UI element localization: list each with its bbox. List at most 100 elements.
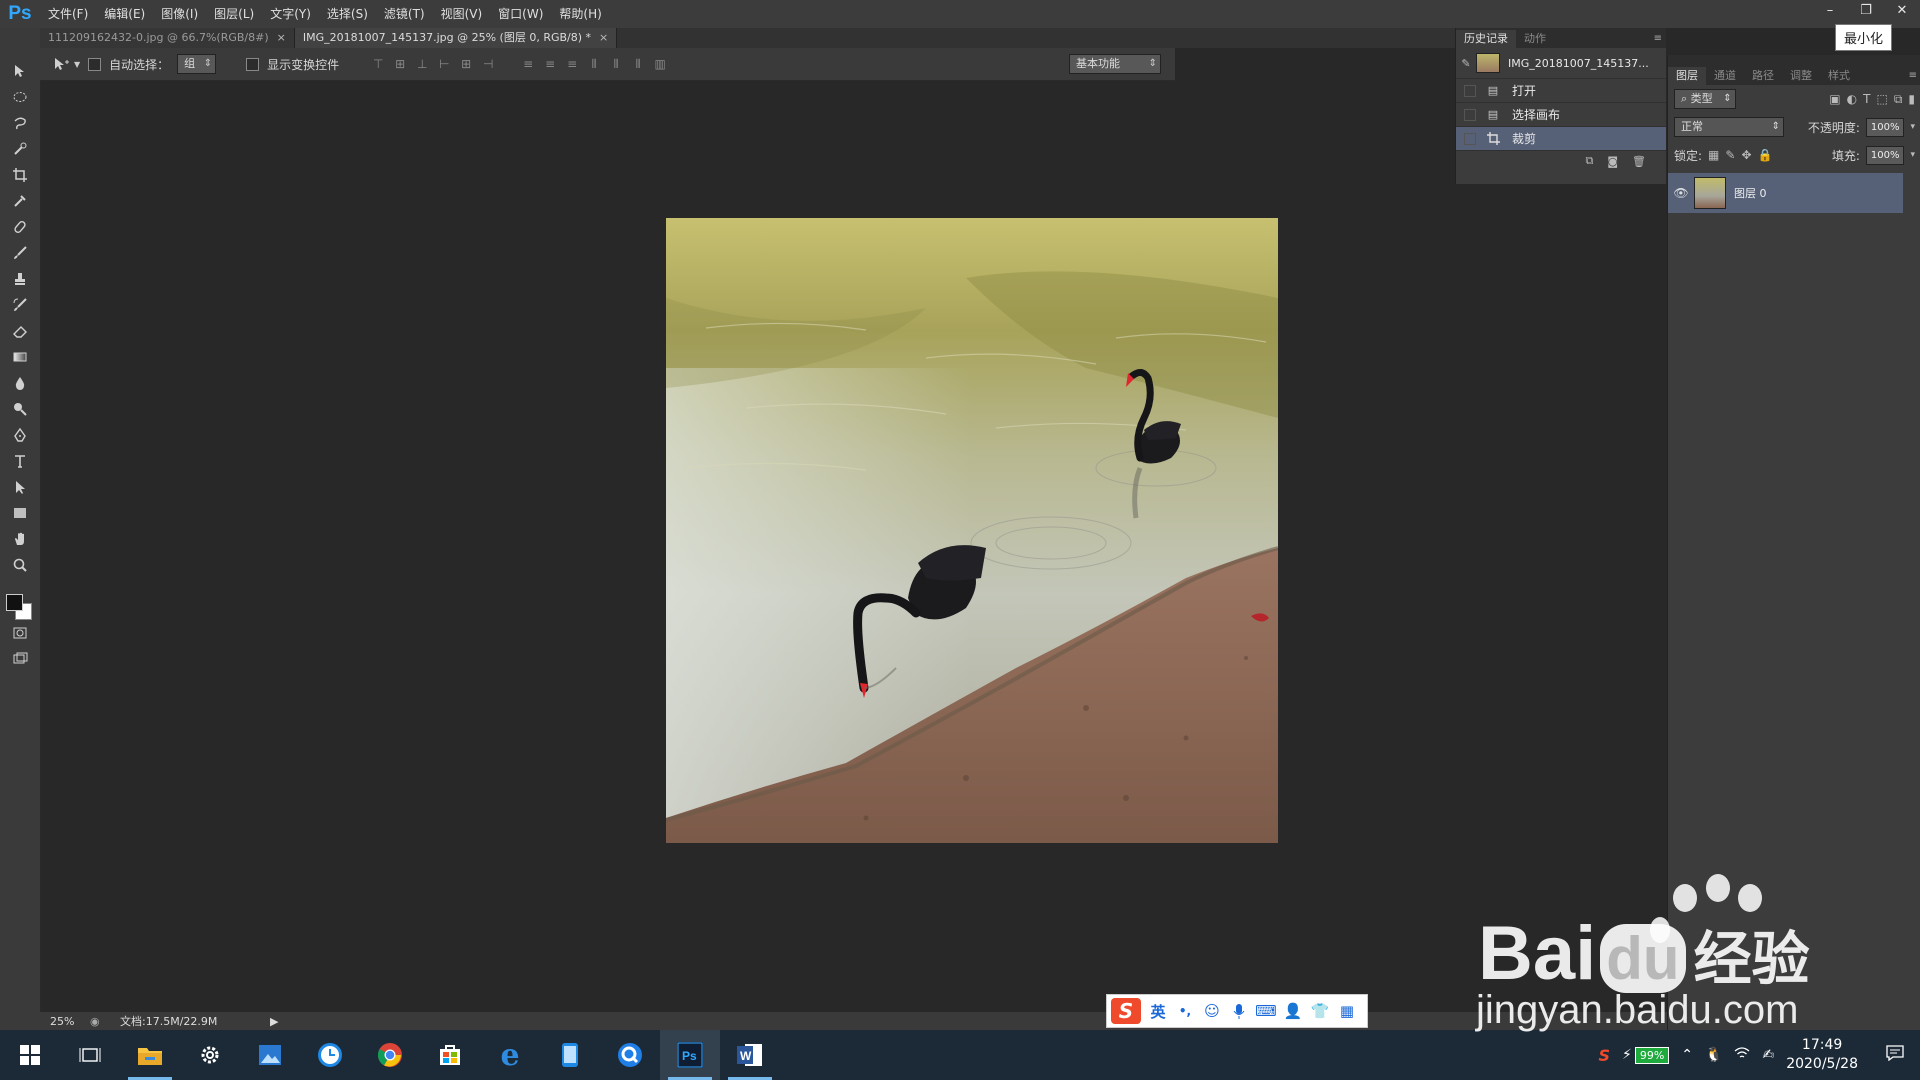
fill-field[interactable]: 100%	[1865, 145, 1905, 165]
quick-select-tool-icon[interactable]	[0, 136, 40, 162]
toolbox-icon[interactable]: ▦	[1337, 1001, 1357, 1021]
pen-tool-icon[interactable]	[0, 422, 40, 448]
emoji-icon[interactable]: ☺	[1202, 1001, 1222, 1021]
quick-mask-icon[interactable]	[0, 620, 40, 646]
battery-indicator[interactable]: ⚡ 99%	[1622, 1046, 1670, 1064]
menu-type[interactable]: 文字(Y)	[262, 0, 319, 28]
file-explorer-icon[interactable]	[120, 1030, 180, 1080]
start-button[interactable]	[0, 1030, 60, 1080]
menu-select[interactable]: 选择(S)	[319, 0, 376, 28]
wifi-icon[interactable]	[1734, 1046, 1750, 1064]
type-filter-icon[interactable]: T	[1863, 92, 1870, 106]
sogou-tray-icon[interactable]: S	[1598, 1046, 1610, 1065]
history-item-checkbox[interactable]	[1464, 108, 1476, 121]
menu-edit[interactable]: 编辑(E)	[96, 0, 153, 28]
camera-icon[interactable]: ◙	[1607, 155, 1618, 168]
pen-icon[interactable]: ✍	[1762, 1047, 1774, 1063]
history-item-selected[interactable]: 裁剪	[1456, 127, 1666, 151]
minimize-button[interactable]: –	[1812, 0, 1848, 20]
distribute-right-icon[interactable]: ⦀	[631, 57, 645, 71]
workspace-dropdown[interactable]: 基本功能	[1069, 54, 1161, 74]
sogou-logo-icon[interactable]: S	[1111, 998, 1141, 1024]
status-arrow-icon[interactable]: ▶	[270, 1015, 278, 1028]
align-vcenter-icon[interactable]: ⊞	[393, 57, 407, 71]
restore-button[interactable]: ❐	[1848, 0, 1884, 20]
ime-language[interactable]: 英	[1148, 1001, 1168, 1021]
shape-filter-icon[interactable]: ⬚	[1876, 92, 1887, 106]
new-document-from-state-icon[interactable]: ⧉	[1585, 154, 1593, 168]
tool-preset-icon[interactable]: ▼	[52, 56, 80, 72]
opacity-field[interactable]: 100%	[1865, 117, 1905, 137]
healing-brush-tool-icon[interactable]	[0, 214, 40, 240]
panel-menu-icon[interactable]: ≡	[1654, 30, 1666, 48]
menu-file[interactable]: 文件(F)	[40, 0, 96, 28]
menu-layer[interactable]: 图层(L)	[206, 0, 262, 28]
align-hcenter-icon[interactable]: ⊞	[459, 57, 473, 71]
screen-mode-icon[interactable]	[0, 646, 40, 672]
tab-styles[interactable]: 样式	[1820, 67, 1858, 85]
store-icon[interactable]	[420, 1030, 480, 1080]
chevron-up-icon[interactable]: ⌃	[1681, 1047, 1693, 1063]
lock-all-icon[interactable]: 🔒	[1758, 148, 1773, 162]
menu-help[interactable]: 帮助(H)	[551, 0, 609, 28]
eye-icon[interactable]: 👁	[1668, 186, 1694, 200]
auto-select-dropdown[interactable]: 组	[177, 54, 217, 74]
align-right-icon[interactable]: ⊣	[481, 57, 495, 71]
keyboard-icon[interactable]: ⌨	[1255, 1001, 1277, 1021]
filter-toggle-icon[interactable]: ▮	[1908, 92, 1915, 106]
align-left-icon[interactable]: ⊢	[437, 57, 451, 71]
gradient-tool-icon[interactable]	[0, 344, 40, 370]
clock-app-icon[interactable]	[300, 1030, 360, 1080]
distribute-top-icon[interactable]: ≡	[521, 57, 535, 71]
phone-app-icon[interactable]	[540, 1030, 600, 1080]
lock-position-icon[interactable]: ✥	[1741, 148, 1751, 162]
fill-dropdown-icon[interactable]: ▾	[1910, 150, 1915, 160]
tab-actions[interactable]: 动作	[1516, 30, 1554, 48]
microphone-icon[interactable]	[1229, 1001, 1249, 1021]
align-top-icon[interactable]: ⊤	[371, 57, 385, 71]
smart-object-filter-icon[interactable]: ⧉	[1894, 92, 1903, 107]
menu-image[interactable]: 图像(I)	[153, 0, 206, 28]
photos-icon[interactable]	[240, 1030, 300, 1080]
distribute-hcenter-icon[interactable]: ⦀	[609, 57, 623, 71]
lasso-tool-icon[interactable]	[0, 110, 40, 136]
menu-view[interactable]: 视图(V)	[433, 0, 491, 28]
eraser-tool-icon[interactable]	[0, 318, 40, 344]
distribute-vcenter-icon[interactable]: ≡	[543, 57, 557, 71]
dodge-tool-icon[interactable]	[0, 396, 40, 422]
tab-adjustments[interactable]: 调整	[1782, 67, 1820, 85]
history-brush-source-icon[interactable]: ✎	[1456, 57, 1476, 70]
auto-select-checkbox[interactable]	[88, 57, 102, 71]
history-item[interactable]: ▤ 打开	[1456, 79, 1666, 103]
color-swatches[interactable]	[0, 586, 40, 620]
path-selection-tool-icon[interactable]	[0, 474, 40, 500]
crop-tool-icon[interactable]	[0, 162, 40, 188]
clone-stamp-tool-icon[interactable]	[0, 266, 40, 292]
lock-transparency-icon[interactable]: ▦	[1708, 148, 1719, 162]
browser-q-icon[interactable]	[600, 1030, 660, 1080]
user-icon[interactable]: 👤	[1283, 1001, 1303, 1021]
internet-explorer-icon[interactable]: e	[480, 1030, 540, 1080]
eyedropper-tool-icon[interactable]	[0, 188, 40, 214]
tab-history[interactable]: 历史记录	[1456, 30, 1516, 48]
tab-paths[interactable]: 路径	[1744, 67, 1782, 85]
panel-menu-icon[interactable]: ≡	[1909, 67, 1920, 85]
ime-punctuation[interactable]: •,	[1175, 1001, 1195, 1021]
zoom-level[interactable]: 25%	[40, 1015, 90, 1028]
layer-row[interactable]: 👁 图层 0	[1668, 173, 1903, 213]
auto-align-icon[interactable]: ▥	[653, 57, 667, 71]
photoshop-taskbar-icon[interactable]: Ps	[660, 1030, 720, 1080]
clock[interactable]: 17:49 2020/5/28	[1786, 1036, 1858, 1074]
align-bottom-icon[interactable]: ⊥	[415, 57, 429, 71]
tab-document-2[interactable]: IMG_20181007_145137.jpg @ 25% (图层 0, RGB…	[294, 28, 618, 48]
notifications-icon[interactable]	[1886, 1045, 1904, 1065]
show-transform-checkbox[interactable]	[246, 57, 260, 71]
close-icon[interactable]: ×	[277, 31, 286, 44]
document-canvas[interactable]	[666, 218, 1278, 843]
blend-mode-dropdown[interactable]: 正常	[1674, 117, 1784, 137]
word-icon[interactable]: W	[720, 1030, 780, 1080]
history-item[interactable]: ▤ 选择画布	[1456, 103, 1666, 127]
pixel-filter-icon[interactable]: ▣	[1829, 92, 1840, 106]
hand-tool-icon[interactable]	[0, 526, 40, 552]
close-button[interactable]: ✕	[1884, 0, 1920, 20]
